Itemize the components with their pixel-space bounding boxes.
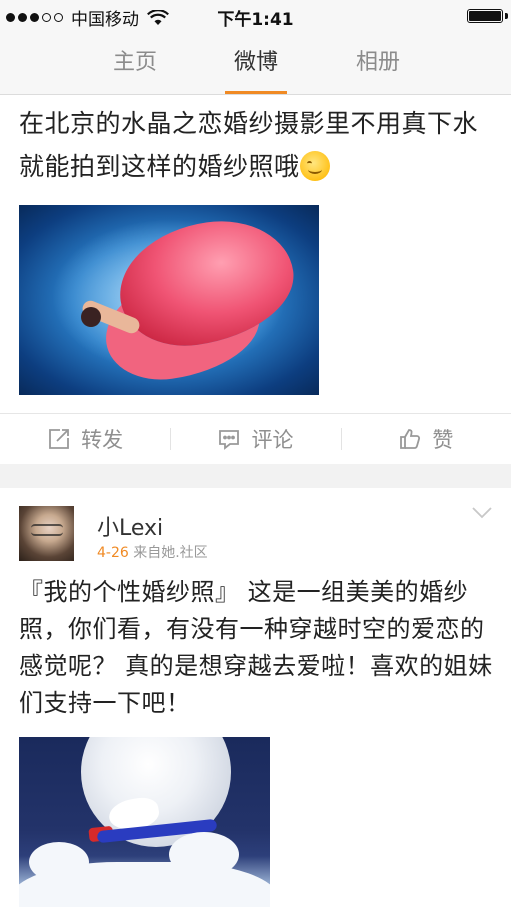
- like-label: 赞: [432, 428, 454, 452]
- red-gown-shape: [111, 211, 302, 355]
- weibo-post: 小Lexi 4-26 来自她.社区 『我的个性婚纱照』 这是一组美美的婚纱照，你…: [0, 488, 511, 907]
- post-image[interactable]: [19, 205, 319, 395]
- post-text: 『我的个性婚纱照』 这是一组美美的婚纱照，你们看，有没有一种穿越时空的爱恋的感觉…: [19, 578, 493, 717]
- thumbs-up-icon: [400, 429, 421, 449]
- repost-button[interactable]: 转发: [0, 414, 170, 464]
- comment-icon: [219, 430, 240, 450]
- smiling-face-emoji-icon: [299, 151, 330, 181]
- comment-label: 评论: [251, 428, 294, 452]
- chevron-down-icon[interactable]: [471, 506, 493, 520]
- avatar[interactable]: [19, 506, 74, 561]
- tab-home[interactable]: 主页: [80, 32, 190, 94]
- battery-icon: [467, 9, 503, 23]
- post-action-bar: 转发 评论 赞: [0, 414, 511, 464]
- avatar-glasses: [31, 524, 63, 536]
- post-author-name[interactable]: 小Lexi: [97, 510, 163, 542]
- tab-weibo-label: 微博: [233, 50, 278, 75]
- tab-weibo[interactable]: 微博: [201, 32, 311, 94]
- battery-tip: [505, 13, 508, 19]
- post-date: 4-26: [97, 545, 129, 561]
- post-image[interactable]: [19, 737, 270, 907]
- profile-tab-bar: 主页 微博 相册: [0, 32, 511, 95]
- active-tab-indicator: [225, 91, 287, 94]
- repost-icon: [49, 429, 70, 449]
- post-text-body: 在北京的水晶之恋婚纱摄影里不用真下水就能拍到这样的婚纱照哦: [19, 109, 479, 181]
- repost-label: 转发: [81, 428, 124, 452]
- weibo-post: 在北京的水晶之恋婚纱摄影里不用真下水就能拍到这样的婚纱照哦 转发 评论 赞: [0, 95, 511, 464]
- tab-album[interactable]: 相册: [323, 32, 433, 94]
- comment-button[interactable]: 评论: [170, 414, 340, 464]
- status-bar: 中国移动 下午1:41: [0, 0, 511, 32]
- post-meta: 4-26 来自她.社区: [97, 542, 208, 562]
- cloud-puff: [169, 832, 239, 877]
- post-text: 在北京的水晶之恋婚纱摄影里不用真下水就能拍到这样的婚纱照哦: [19, 102, 497, 188]
- post-source[interactable]: 来自她.社区: [133, 545, 207, 561]
- bride-hair: [81, 307, 101, 327]
- cloud-puff: [29, 842, 89, 882]
- like-button[interactable]: 赞: [340, 414, 511, 464]
- status-time: 下午1:41: [217, 10, 294, 30]
